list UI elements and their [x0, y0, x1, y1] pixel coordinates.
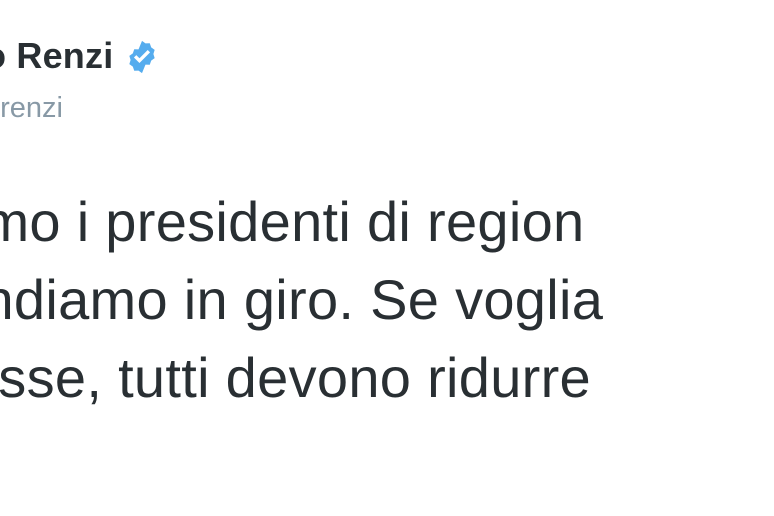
tweet-header: o Renzi [0, 36, 161, 76]
display-name[interactable]: o Renzi [0, 38, 113, 74]
tweet-text: emo i presidenti di region endiamo in gi… [0, 190, 604, 409]
user-handle[interactable]: orenzi [0, 94, 63, 123]
verified-badge-icon [123, 38, 161, 76]
tweet-card: o Renzi orenzi emo i presidenti di regio… [0, 0, 774, 516]
